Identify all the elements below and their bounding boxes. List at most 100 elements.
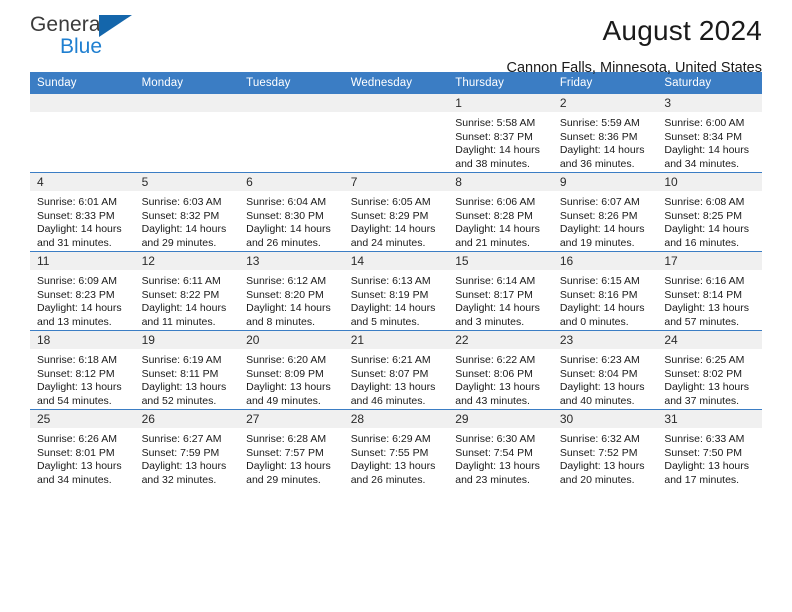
day-sun-info: Sunrise: 6:22 AM Sunset: 8:06 PM Daylight:… bbox=[448, 349, 553, 408]
daylight-text-line1: Daylight: 13 hours bbox=[141, 381, 227, 394]
sunset-text: Sunset: 8:12 PM bbox=[37, 367, 115, 380]
calendar-day-cell[interactable]: 21 Sunrise: 6:21 AM Sunset: 8:07 PM Dayligh… bbox=[343, 330, 449, 410]
day-cell-content: 28 Sunrise: 6:29 AM Sunset: 7:55 PM Dayligh… bbox=[343, 410, 449, 488]
sunrise-text: Sunrise: 6:29 AM bbox=[350, 433, 431, 445]
day-number: 21 bbox=[343, 331, 449, 349]
daylight-text-line1: Daylight: 14 hours bbox=[455, 302, 540, 315]
day-number bbox=[134, 94, 240, 112]
day-sun-info: Sunrise: 6:29 AM Sunset: 7:55 PM Daylight:… bbox=[344, 428, 449, 487]
calendar-day-cell[interactable]: 8 Sunrise: 6:06 AM Sunset: 8:28 PM Daylight… bbox=[448, 172, 553, 252]
sunrise-text: Sunrise: 6:32 AM bbox=[559, 433, 640, 445]
day-sun-info: Sunrise: 6:04 AM Sunset: 8:30 PM Daylight:… bbox=[239, 191, 344, 250]
daylight-text-line1: Daylight: 13 hours bbox=[455, 381, 540, 394]
sunrise-text: Sunrise: 6:25 AM bbox=[664, 354, 745, 366]
daylight-text-line1: Daylight: 14 hours bbox=[37, 302, 122, 315]
day-number: 15 bbox=[448, 252, 553, 270]
general-blue-logo[interactable]: General Blue bbox=[30, 14, 160, 66]
calendar-day-cell[interactable]: 10 Sunrise: 6:08 AM Sunset: 8:25 PM Dayligh… bbox=[657, 172, 762, 252]
sunrise-text: Sunrise: 6:27 AM bbox=[141, 433, 222, 445]
daylight-text-line1: Daylight: 14 hours bbox=[664, 223, 750, 236]
sunrise-text: Sunrise: 6:21 AM bbox=[350, 354, 431, 366]
calendar-day-cell[interactable]: 6 Sunrise: 6:04 AM Sunset: 8:30 PM Daylight… bbox=[239, 172, 344, 252]
calendar-day-cell[interactable]: 9 Sunrise: 6:07 AM Sunset: 8:26 PM Daylight… bbox=[552, 172, 658, 252]
daylight-text-line2: and 34 minutes. bbox=[664, 157, 740, 170]
daylight-text-line2: and 38 minutes. bbox=[455, 157, 530, 170]
day-number bbox=[239, 94, 344, 112]
daylight-text-line2: and 13 minutes. bbox=[37, 315, 112, 328]
sunrise-text: Sunrise: 6:20 AM bbox=[246, 354, 327, 366]
calendar-day-cell[interactable]: 30 Sunrise: 6:32 AM Sunset: 7:52 PM Dayligh… bbox=[552, 409, 658, 488]
daylight-text-line1: Daylight: 13 hours bbox=[350, 381, 436, 394]
daylight-text-line2: and 3 minutes. bbox=[455, 315, 525, 328]
calendar-day-cell[interactable]: 3 Sunrise: 6:00 AM Sunset: 8:34 PM Daylight… bbox=[657, 94, 762, 173]
weekday-header-wednesday: Wednesday bbox=[343, 72, 449, 94]
day-cell-content: 27 Sunrise: 6:28 AM Sunset: 7:57 PM Dayligh… bbox=[239, 410, 344, 488]
calendar-day-cell[interactable]: 24 Sunrise: 6:25 AM Sunset: 8:02 PM Dayligh… bbox=[657, 330, 762, 410]
calendar-day-cell[interactable]: 2 Sunrise: 5:59 AM Sunset: 8:36 PM Daylight… bbox=[552, 94, 658, 173]
sunset-text: Sunset: 8:16 PM bbox=[559, 288, 638, 301]
calendar-day-cell[interactable]: 7 Sunrise: 6:05 AM Sunset: 8:29 PM Daylight… bbox=[343, 172, 449, 252]
day-number: 14 bbox=[343, 252, 449, 270]
daylight-text-line1: Daylight: 13 hours bbox=[37, 381, 122, 394]
day-cell-content: 14 Sunrise: 6:13 AM Sunset: 8:19 PM Dayligh… bbox=[343, 252, 449, 330]
calendar-day-cell[interactable]: 15 Sunrise: 6:14 AM Sunset: 8:17 PM Dayligh… bbox=[448, 251, 553, 331]
calendar-day-cell[interactable]: 28 Sunrise: 6:29 AM Sunset: 7:55 PM Dayligh… bbox=[343, 409, 449, 488]
daylight-text-line2: and 31 minutes. bbox=[37, 236, 112, 249]
day-sun-info: Sunrise: 6:28 AM Sunset: 7:57 PM Daylight:… bbox=[239, 428, 344, 487]
sunset-text: Sunset: 7:52 PM bbox=[559, 446, 638, 459]
sunset-text: Sunset: 8:07 PM bbox=[350, 367, 429, 380]
calendar-day-cell[interactable]: 29 Sunrise: 6:30 AM Sunset: 7:54 PM Dayligh… bbox=[448, 409, 553, 488]
calendar-day-cell[interactable]: 26 Sunrise: 6:27 AM Sunset: 7:59 PM Dayligh… bbox=[134, 409, 240, 488]
sunset-text: Sunset: 8:02 PM bbox=[664, 367, 743, 380]
day-cell-content: 17 Sunrise: 6:16 AM Sunset: 8:14 PM Dayligh… bbox=[657, 252, 762, 330]
logo-text-blue: Blue bbox=[60, 35, 103, 58]
calendar-day-cell[interactable]: 11 Sunrise: 6:09 AM Sunset: 8:23 PM Dayligh… bbox=[30, 251, 135, 331]
calendar-day-cell[interactable]: 19 Sunrise: 6:19 AM Sunset: 8:11 PM Dayligh… bbox=[134, 330, 240, 410]
calendar-day-cell-empty bbox=[134, 94, 240, 173]
day-number: 7 bbox=[343, 173, 449, 191]
daylight-text-line2: and 23 minutes. bbox=[455, 473, 530, 486]
logo-triangle-icon bbox=[99, 15, 132, 37]
day-sun-info: Sunrise: 6:00 AM Sunset: 8:34 PM Daylight:… bbox=[657, 112, 762, 171]
logo-text-general: General bbox=[30, 13, 106, 36]
calendar-day-cell[interactable]: 17 Sunrise: 6:16 AM Sunset: 8:14 PM Dayligh… bbox=[657, 251, 762, 331]
daylight-text-line2: and 26 minutes. bbox=[246, 236, 321, 249]
calendar-day-cell[interactable]: 13 Sunrise: 6:12 AM Sunset: 8:20 PM Dayligh… bbox=[239, 251, 344, 331]
title-block: August 2024 Cannon Falls, Minnesota, Uni… bbox=[507, 15, 763, 77]
calendar-day-cell[interactable]: 12 Sunrise: 6:11 AM Sunset: 8:22 PM Dayligh… bbox=[134, 251, 240, 331]
day-cell-content: 12 Sunrise: 6:11 AM Sunset: 8:22 PM Dayligh… bbox=[134, 252, 240, 330]
calendar-day-cell[interactable]: 27 Sunrise: 6:28 AM Sunset: 7:57 PM Dayligh… bbox=[239, 409, 344, 488]
calendar-day-cell[interactable]: 23 Sunrise: 6:23 AM Sunset: 8:04 PM Dayligh… bbox=[552, 330, 658, 410]
calendar-day-cell[interactable]: 25 Sunrise: 6:26 AM Sunset: 8:01 PM Dayligh… bbox=[30, 409, 135, 488]
day-sun-info: Sunrise: 6:23 AM Sunset: 8:04 PM Daylight:… bbox=[553, 349, 658, 408]
calendar-week-row: 11 Sunrise: 6:09 AM Sunset: 8:23 PM Dayligh… bbox=[30, 251, 762, 331]
daylight-text-line2: and 57 minutes. bbox=[664, 315, 740, 328]
calendar-day-cell[interactable]: 20 Sunrise: 6:20 AM Sunset: 8:09 PM Dayligh… bbox=[239, 330, 344, 410]
calendar-day-cell[interactable]: 22 Sunrise: 6:22 AM Sunset: 8:06 PM Dayligh… bbox=[448, 330, 553, 410]
day-number bbox=[343, 94, 449, 112]
sunset-text: Sunset: 8:22 PM bbox=[141, 288, 220, 301]
calendar-day-cell[interactable]: 18 Sunrise: 6:18 AM Sunset: 8:12 PM Dayligh… bbox=[30, 330, 135, 410]
page-title: August 2024 bbox=[602, 15, 762, 46]
calendar-day-cell[interactable]: 16 Sunrise: 6:15 AM Sunset: 8:16 PM Dayligh… bbox=[552, 251, 658, 331]
daylight-text-line1: Daylight: 14 hours bbox=[455, 144, 540, 157]
day-sun-info: Sunrise: 6:20 AM Sunset: 8:09 PM Daylight:… bbox=[239, 349, 344, 408]
sunrise-text: Sunrise: 6:16 AM bbox=[664, 275, 745, 287]
calendar-day-cell[interactable]: 14 Sunrise: 6:13 AM Sunset: 8:19 PM Dayligh… bbox=[343, 251, 449, 331]
calendar-day-cell[interactable]: 1 Sunrise: 5:58 AM Sunset: 8:37 PM Daylight… bbox=[448, 94, 553, 173]
day-number: 9 bbox=[552, 173, 658, 191]
day-number: 25 bbox=[30, 410, 135, 428]
daylight-text-line1: Daylight: 14 hours bbox=[350, 302, 436, 315]
day-number: 11 bbox=[30, 252, 135, 270]
sunrise-text: Sunrise: 6:33 AM bbox=[664, 433, 745, 445]
sunrise-text: Sunrise: 5:58 AM bbox=[455, 117, 536, 129]
day-number: 22 bbox=[448, 331, 553, 349]
daylight-text-line1: Daylight: 13 hours bbox=[559, 460, 645, 473]
calendar-day-cell[interactable]: 31 Sunrise: 6:33 AM Sunset: 7:50 PM Dayligh… bbox=[657, 409, 762, 488]
daylight-text-line1: Daylight: 13 hours bbox=[664, 381, 750, 394]
day-cell-content: 3 Sunrise: 6:00 AM Sunset: 8:34 PM Daylight… bbox=[657, 94, 762, 172]
calendar-day-cell[interactable]: 5 Sunrise: 6:03 AM Sunset: 8:32 PM Daylight… bbox=[134, 172, 240, 252]
day-sun-info: Sunrise: 6:25 AM Sunset: 8:02 PM Daylight:… bbox=[657, 349, 762, 408]
calendar-day-cell[interactable]: 4 Sunrise: 6:01 AM Sunset: 8:33 PM Daylight… bbox=[30, 172, 135, 252]
daylight-text-line1: Daylight: 13 hours bbox=[246, 460, 331, 473]
